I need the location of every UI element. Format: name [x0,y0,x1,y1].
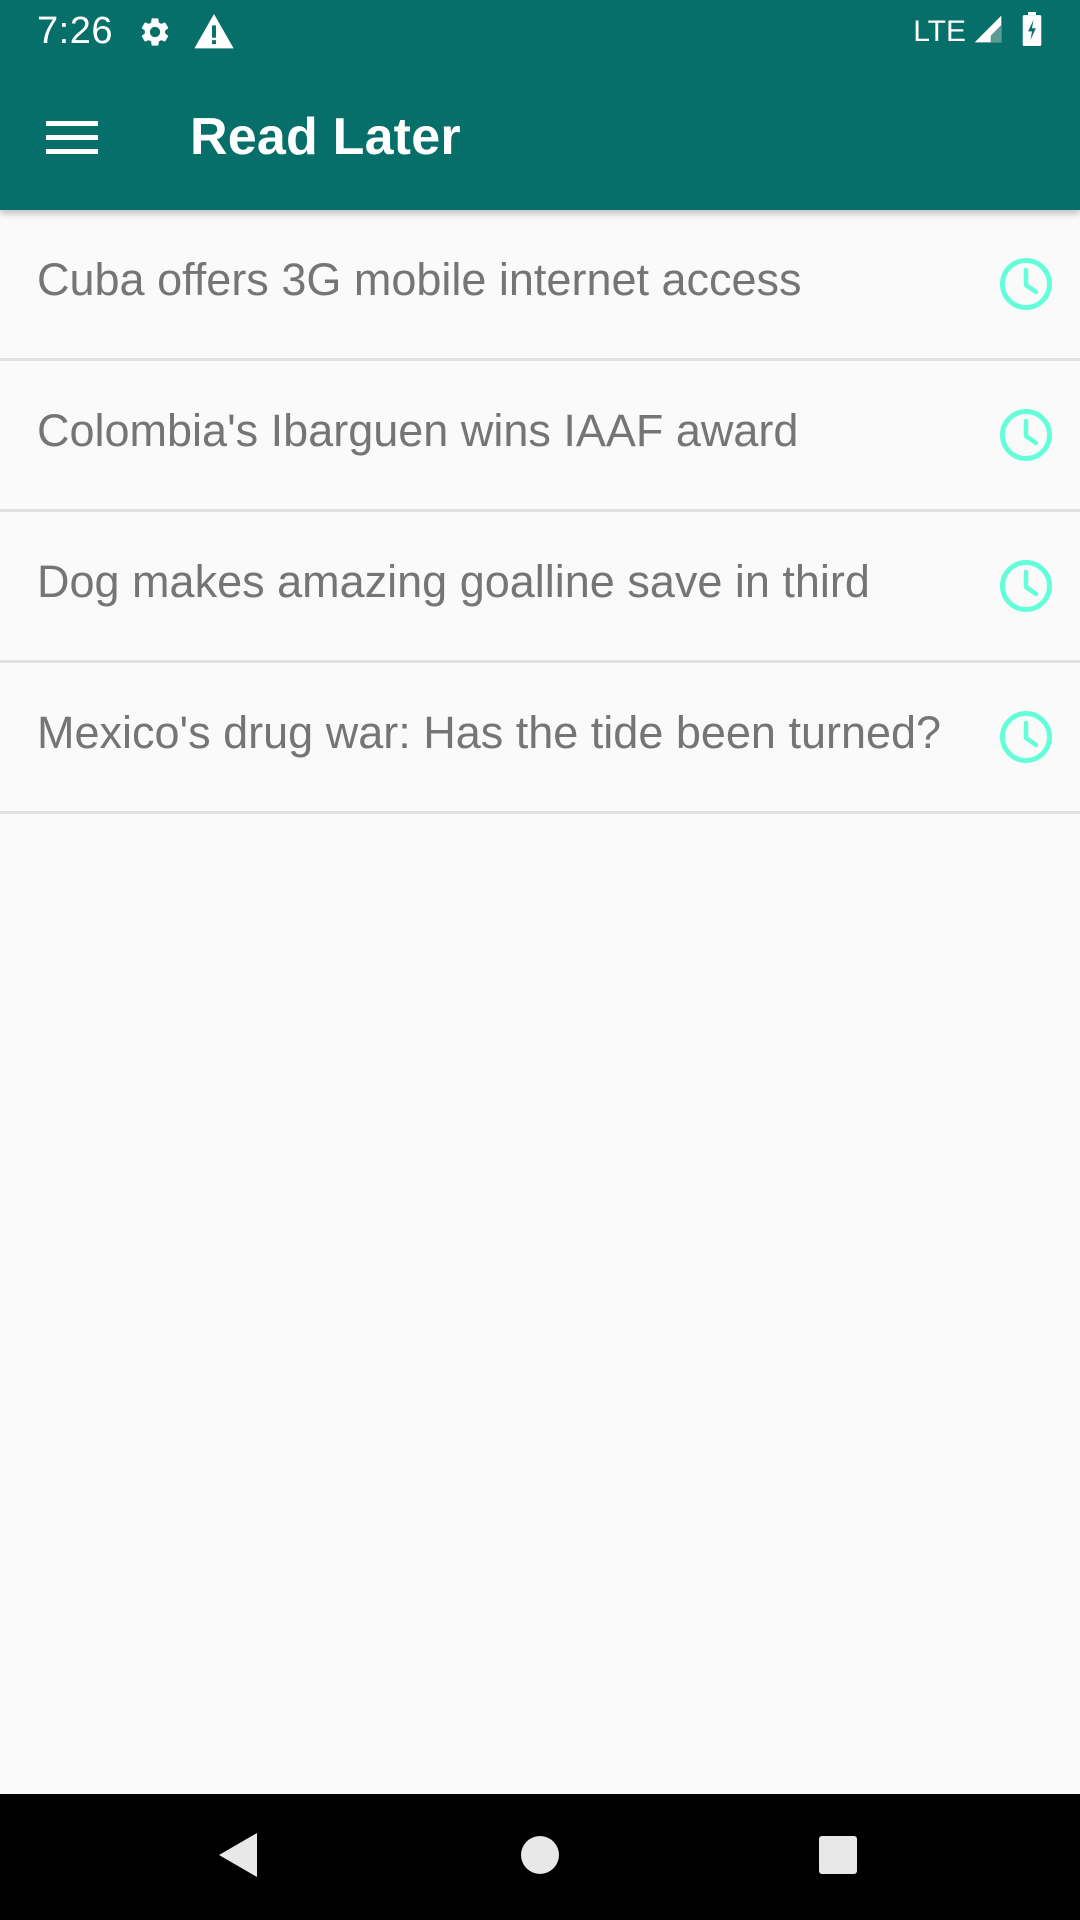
status-bar: 7:26 LTE [0,0,1080,63]
back-button[interactable] [204,1822,274,1892]
navigation-menu-button[interactable] [34,101,110,177]
back-icon [217,1831,261,1884]
page-title: Read Later [190,108,461,166]
list-item[interactable]: Mexico's drug war: Has the tide been tur… [0,663,1080,814]
system-navigation-bar [0,1794,1080,1920]
article-title: Colombia's Ibarguen wins IAAF award [37,405,799,456]
article-title: Cuba offers 3G mobile internet access na… [37,254,802,313]
read-later-list: Cuba offers 3G mobile internet access na… [0,210,1080,814]
signal-icon [972,13,1004,50]
status-system-icons: LTE [913,12,1042,51]
battery-charging-icon [1022,12,1042,51]
home-button[interactable] [505,1822,575,1892]
hamburger-menu-icon [46,118,98,161]
status-notification-icons [138,14,234,50]
app-bar: Read Later [0,63,1080,210]
article-title: Mexico's drug war: Has the tide been tur… [37,707,942,758]
article-title: Dog makes amazing goalline save in third… [37,556,870,615]
clock-icon[interactable] [998,558,1054,614]
settings-icon [138,15,172,49]
network-type: LTE [913,14,966,48]
home-icon [520,1835,560,1880]
clock-icon[interactable] [998,709,1054,765]
recents-button[interactable] [803,1822,873,1892]
clock-icon[interactable] [998,407,1054,463]
status-time: 7:26 [37,10,113,52]
list-item[interactable]: Cuba offers 3G mobile internet access na… [0,210,1080,361]
warning-icon [194,14,234,50]
recents-icon [818,1835,858,1880]
clock-icon[interactable] [998,256,1054,312]
list-item[interactable]: Dog makes amazing goalline save in third… [0,512,1080,663]
list-item[interactable]: Colombia's Ibarguen wins IAAF award [0,361,1080,512]
